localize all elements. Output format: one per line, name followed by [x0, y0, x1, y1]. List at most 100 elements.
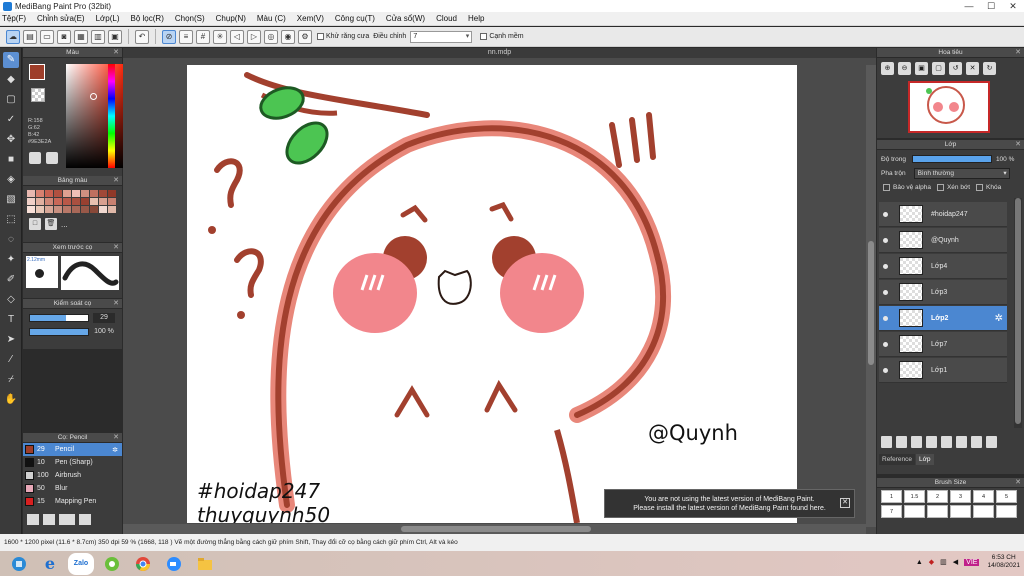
panel-icon[interactable]: ▣: [108, 29, 122, 44]
divide-tool-icon[interactable]: ⁄: [3, 352, 19, 368]
snap-circle-icon[interactable]: ◎: [264, 29, 278, 44]
menu-layer[interactable]: Lớp(L): [96, 14, 120, 23]
brush-opacity-slider[interactable]: [29, 328, 89, 336]
internet-explorer-icon[interactable]: e: [37, 553, 63, 575]
snap-concentric-icon[interactable]: ◉: [281, 29, 295, 44]
brush-size-cell[interactable]: [996, 505, 1017, 518]
hand-tool-icon[interactable]: ✋: [3, 392, 19, 408]
close-icon[interactable]: ✕: [113, 433, 119, 443]
new-layer-icon[interactable]: [881, 436, 892, 448]
close-icon[interactable]: ✕: [113, 48, 119, 58]
snap-parallel-icon[interactable]: ≡: [179, 29, 193, 44]
magic-wand-tool-icon[interactable]: ✦: [3, 252, 19, 268]
fit-window-icon[interactable]: ▣: [915, 62, 928, 75]
undo-icon[interactable]: ↶: [135, 29, 149, 44]
delete-layer-icon[interactable]: [986, 436, 997, 448]
zoom-icon[interactable]: [161, 553, 187, 575]
palette-swatch[interactable]: [63, 198, 71, 205]
brush-size-cell[interactable]: [904, 505, 925, 518]
rotate-right-icon[interactable]: ↻: [983, 62, 996, 75]
snap-perspective-icon[interactable]: ◁: [230, 29, 244, 44]
palette-swatch[interactable]: [36, 206, 44, 213]
color-mode-icon[interactable]: [46, 152, 58, 164]
close-icon[interactable]: ✕: [113, 299, 119, 309]
brush-size-cell[interactable]: 1: [881, 490, 902, 503]
brush-size-value[interactable]: 29: [93, 313, 115, 323]
layer-row[interactable]: Lớp3: [879, 280, 1007, 305]
palette-more[interactable]: ...: [61, 220, 68, 229]
bucket-tool-icon[interactable]: ◈: [3, 172, 19, 188]
visibility-eye-icon[interactable]: [883, 263, 888, 269]
new-file-icon[interactable]: ▤: [23, 29, 37, 44]
new-halftone-layer-icon[interactable]: [896, 436, 907, 448]
folder-icon[interactable]: [941, 436, 952, 448]
close-button[interactable]: ✕: [1002, 0, 1024, 12]
delete-brush-icon[interactable]: [79, 514, 91, 525]
palette-swatch[interactable]: [90, 206, 98, 213]
palette-swatch[interactable]: [99, 206, 107, 213]
lock-checkbox[interactable]: [976, 184, 984, 191]
palette-swatch[interactable]: [90, 198, 98, 205]
minimize-button[interactable]: —: [958, 0, 980, 12]
layer-row[interactable]: Lớp2 ✲: [879, 306, 1007, 331]
volume-icon[interactable]: ◀: [953, 558, 958, 566]
palette-swatch[interactable]: [72, 206, 80, 213]
brush-size-cell[interactable]: 1.5: [904, 490, 925, 503]
palette-swatch[interactable]: [81, 190, 89, 197]
brush-size-cell[interactable]: 5: [996, 490, 1017, 503]
main-color-swatch[interactable]: [29, 64, 45, 80]
brush-size-cell[interactable]: [973, 505, 994, 518]
menu-view[interactable]: Xem(V): [297, 14, 324, 23]
stamp-icon[interactable]: ◙: [57, 29, 71, 44]
add-palette-icon[interactable]: □: [29, 218, 41, 230]
gear-icon[interactable]: ✲: [112, 446, 118, 454]
correction-select[interactable]: 7: [410, 30, 473, 43]
palette-swatch[interactable]: [81, 198, 89, 205]
snap-radial-icon[interactable]: ✳: [213, 29, 227, 44]
palette-swatch[interactable]: [72, 198, 80, 205]
visibility-eye-icon[interactable]: [883, 237, 888, 243]
protect-alpha-checkbox[interactable]: [883, 184, 890, 191]
select-tool-icon[interactable]: ✓: [3, 112, 19, 128]
menu-select[interactable]: Chọn(S): [175, 14, 205, 23]
menu-tools[interactable]: Công cụ(T): [335, 14, 375, 23]
navigator-thumbnail[interactable]: [908, 81, 990, 133]
horizontal-scroll-thumb[interactable]: [401, 526, 591, 532]
hue-slider[interactable]: [108, 64, 115, 168]
clipping-checkbox[interactable]: [936, 184, 944, 191]
snap-vanish-icon[interactable]: ▷: [247, 29, 261, 44]
lasso-tool-icon[interactable]: ⬚: [3, 212, 19, 228]
network-icon[interactable]: ▥: [940, 558, 947, 566]
visibility-eye-icon[interactable]: [883, 211, 888, 217]
palette-swatch[interactable]: [54, 198, 62, 205]
layer-scroll-thumb[interactable]: [1015, 198, 1021, 424]
brush-settings-icon[interactable]: [27, 514, 39, 525]
visibility-eye-icon[interactable]: [883, 315, 888, 321]
brush-menu-icon[interactable]: [59, 514, 75, 525]
select-eraser-tool-icon[interactable]: ◇: [3, 292, 19, 308]
gear-icon[interactable]: ✲: [995, 313, 1003, 324]
menu-cloud[interactable]: Cloud: [436, 14, 457, 23]
file-explorer-icon[interactable]: [192, 553, 218, 575]
language-indicator[interactable]: VIE: [964, 558, 980, 566]
brush-size-cell[interactable]: 2: [927, 490, 948, 503]
gradient-tool-icon[interactable]: ▧: [3, 192, 19, 208]
brush-size-cell[interactable]: [927, 505, 948, 518]
brush-size-slider[interactable]: [29, 314, 89, 322]
frame-icon[interactable]: ▥: [91, 29, 105, 44]
zalo-icon[interactable]: Zalo: [68, 552, 94, 575]
layer-row[interactable]: Lớp4: [879, 254, 1007, 279]
brush-item[interactable]: 15 Mapping Pen: [23, 495, 122, 508]
layer-row[interactable]: @Quynh: [879, 228, 1007, 253]
close-icon[interactable]: ✕: [113, 243, 119, 253]
brush-item[interactable]: 100 Airbrush: [23, 469, 122, 482]
brush-item[interactable]: 50 Blur: [23, 482, 122, 495]
blend-mode-select[interactable]: Bình thường: [913, 168, 1010, 179]
eyedropper-tool-icon[interactable]: ⌿: [3, 372, 19, 388]
vertical-scrollbar[interactable]: [866, 65, 876, 527]
palette-swatch[interactable]: [36, 190, 44, 197]
palette-swatch[interactable]: [27, 198, 35, 205]
delete-palette-icon[interactable]: 🗑: [45, 218, 57, 230]
palette-swatch[interactable]: [36, 198, 44, 205]
vertical-scroll-thumb[interactable]: [868, 241, 874, 365]
